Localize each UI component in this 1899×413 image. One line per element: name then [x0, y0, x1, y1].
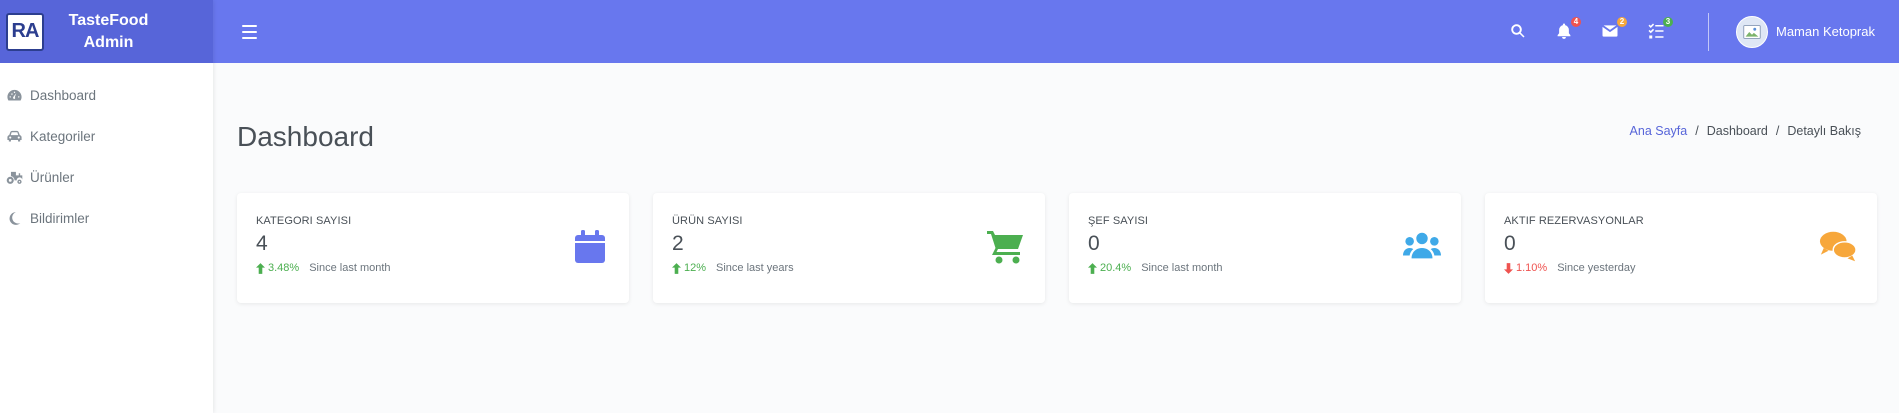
breadcrumb-separator: /	[1695, 124, 1699, 138]
brand-logo: RA	[6, 12, 44, 51]
sidebar-item-label: Bildirimler	[30, 211, 90, 226]
stat-card-footer: 1.10% Since yesterday	[1504, 262, 1858, 274]
envelope-icon	[1602, 24, 1618, 37]
stat-card-value: 4	[256, 232, 268, 255]
breadcrumb-separator: /	[1775, 124, 1780, 138]
brand-title: TasteFood Admin	[68, 11, 149, 51]
arrow-up-icon	[672, 262, 681, 274]
breadcrumb-current: Detaylı Bakış	[1787, 124, 1861, 138]
user-name: Maman Ketoprak	[1776, 24, 1875, 39]
trend-indicator: 1.10%	[1504, 262, 1547, 274]
sidebar-item-label: Ürünler	[30, 170, 75, 185]
sidebar-item-dashboard[interactable]: Dashboard	[0, 75, 213, 116]
cart-icon	[986, 229, 1026, 265]
search-button[interactable]	[1509, 22, 1529, 42]
trend-indicator: 12%	[672, 262, 706, 274]
stat-card-sef: ŞEF SAYISI 0 20.4% Since last month	[1069, 193, 1461, 303]
page-title: Dashboard	[237, 121, 374, 152]
stat-cards: KATEGORI SAYISI 4 3.48% Since last month…	[237, 193, 1877, 303]
stat-card-label: KATEGORI SAYISI	[256, 215, 352, 227]
moon-icon	[9, 212, 21, 225]
tasks-badge: 3	[1663, 16, 1673, 27]
hamburger-line	[242, 36, 257, 39]
arrow-down-icon	[1504, 262, 1513, 274]
trend-indicator: 20.4%	[1088, 262, 1131, 274]
messages-badge: 2	[1617, 16, 1627, 27]
stat-card-rezervasyon: AKTIF REZERVASYONLAR 0 1.10% Since yeste…	[1485, 193, 1877, 303]
trend-period: Since yesterday	[1557, 262, 1636, 274]
stat-card-urun: ÜRÜN SAYISI 2 12% Since last years	[653, 193, 1045, 303]
breadcrumb-home-link[interactable]: Ana Sayfa	[1630, 124, 1688, 138]
stat-card-label: ŞEF SAYISI	[1088, 215, 1149, 227]
broken-image-icon	[1743, 24, 1761, 39]
hamburger-line	[242, 30, 257, 33]
trend-period: Since last month	[309, 262, 391, 274]
topbar: 4 2 3 Maman Ketoprak	[213, 0, 1899, 63]
sidebar-item-bildirimler[interactable]: Bildirimler	[0, 198, 213, 239]
messages-button[interactable]: 2	[1601, 16, 1627, 42]
sidebar-item-label: Kategoriler	[30, 129, 96, 144]
stat-card-value: 0	[1504, 232, 1516, 255]
trend-period: Since last month	[1141, 262, 1223, 274]
stat-card-value: 0	[1088, 232, 1100, 255]
tractor-icon	[6, 171, 23, 184]
stat-card-kategori: KATEGORI SAYISI 4 3.48% Since last month	[237, 193, 629, 303]
avatar	[1736, 15, 1768, 48]
topbar-divider	[1708, 12, 1709, 51]
stat-card-footer: 12% Since last years	[672, 262, 1026, 274]
stat-card-footer: 20.4% Since last month	[1088, 262, 1442, 274]
stat-card-label: AKTIF REZERVASYONLAR	[1504, 215, 1644, 227]
users-icon	[1402, 229, 1442, 265]
comments-icon	[1818, 229, 1858, 265]
brand[interactable]: RA TasteFood Admin	[0, 0, 213, 63]
topbar-actions: 4 2 3 Maman Ketoprak	[1496, 0, 1899, 63]
sidebar-item-kategoriler[interactable]: Kategoriler	[0, 116, 213, 157]
car-icon	[7, 130, 22, 142]
stat-card-label: ÜRÜN SAYISI	[672, 215, 743, 227]
hamburger-line	[242, 24, 257, 27]
trend-indicator: 3.48%	[256, 262, 299, 274]
breadcrumb-item: Dashboard	[1706, 124, 1768, 138]
sidebar-item-label: Dashboard	[30, 88, 97, 103]
breadcrumb: Ana Sayfa / Dashboard / Detaylı Bakış	[1630, 124, 1861, 138]
search-icon	[1511, 23, 1525, 38]
stat-card-footer: 3.48% Since last month	[256, 262, 610, 274]
user-menu[interactable]: Maman Ketoprak	[1736, 15, 1875, 48]
stat-card-value: 2	[672, 232, 684, 255]
sidebar-item-urunler[interactable]: Ürünler	[0, 157, 213, 198]
sidebar: RA TasteFood Admin Dashboard Kategoriler…	[0, 0, 213, 413]
notifications-button[interactable]: 4	[1555, 16, 1581, 42]
tasks-icon	[1648, 23, 1664, 38]
calendar-icon	[570, 229, 610, 265]
sidebar-nav: Dashboard Kategoriler Ürünler Bildirimle…	[0, 63, 213, 239]
tasks-button[interactable]: 3	[1647, 16, 1673, 42]
tachometer-icon	[7, 89, 22, 101]
trend-period: Since last years	[716, 262, 794, 274]
arrow-up-icon	[1088, 262, 1097, 274]
menu-toggle-button[interactable]	[242, 24, 257, 39]
bell-icon	[1557, 23, 1571, 39]
arrow-up-icon	[256, 262, 265, 274]
notifications-badge: 4	[1571, 16, 1581, 27]
